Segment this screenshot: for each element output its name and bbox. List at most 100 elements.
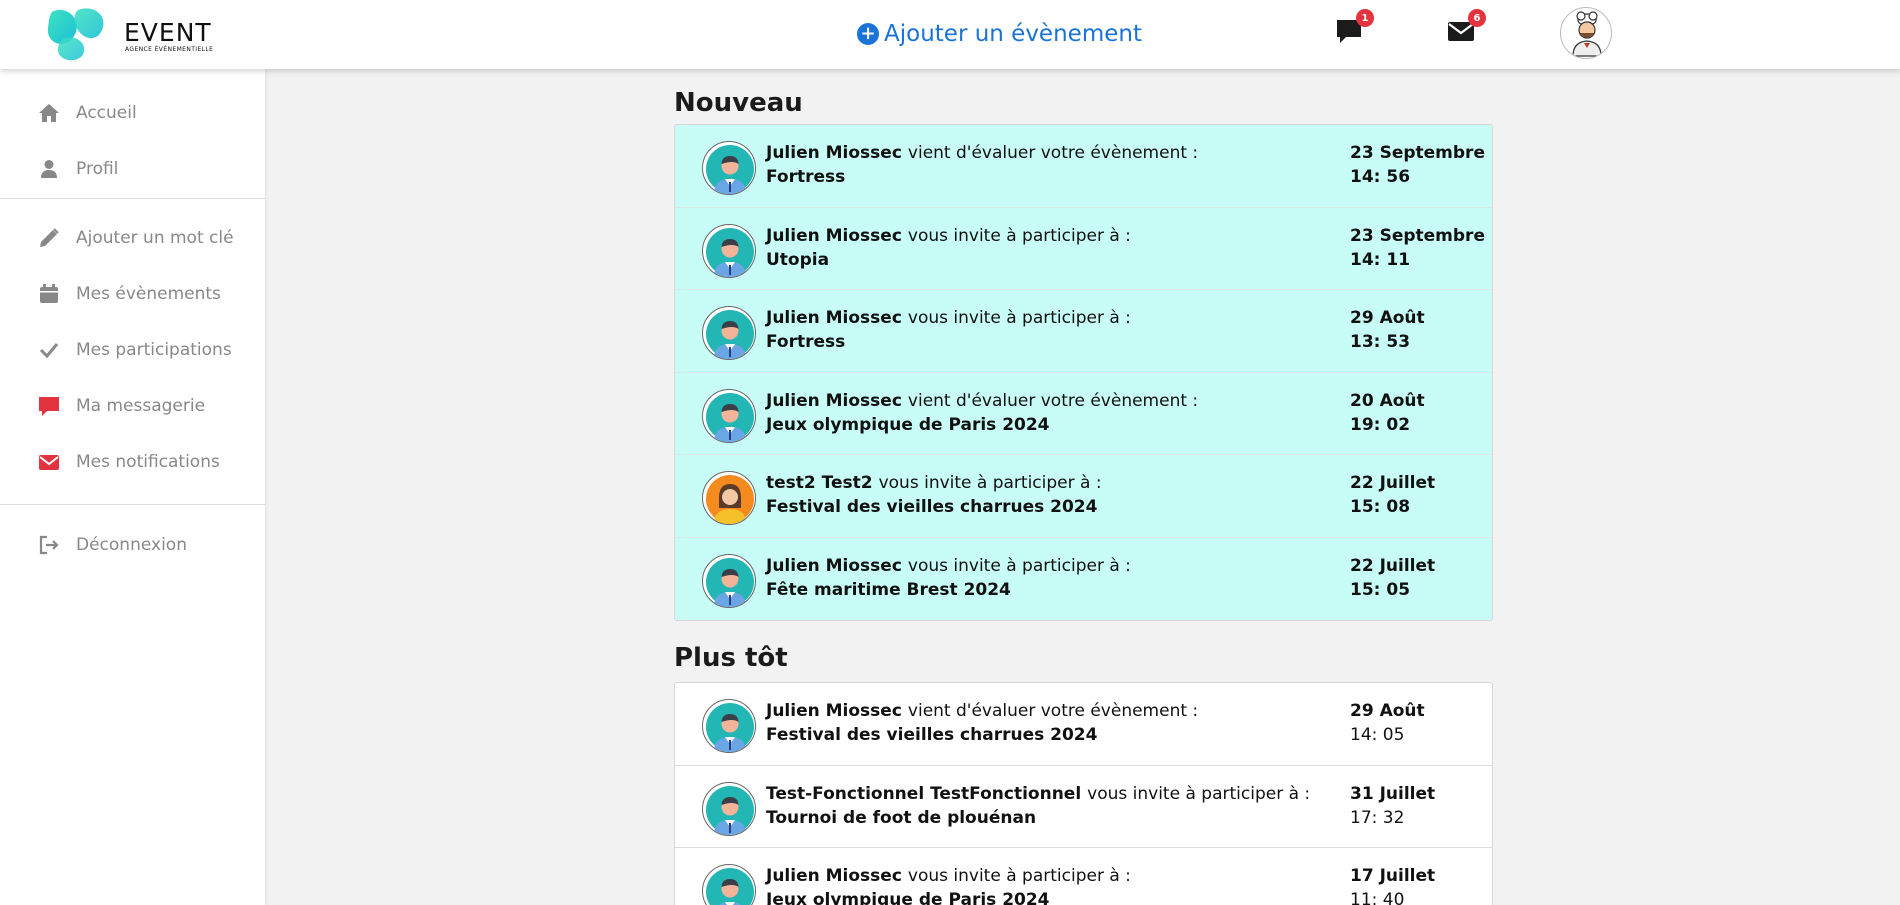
logo-mark-icon xyxy=(47,8,104,61)
notification-time: 14: 05 xyxy=(1350,725,1405,745)
sidebar-item-label: Profil xyxy=(76,159,119,179)
notification-row[interactable]: Julien Miossec vous invite à participer à… xyxy=(675,538,1492,621)
plus-circle-icon: + xyxy=(857,23,879,45)
new-notifications-list: Julien Miossec vient d'évaluer votre évèn… xyxy=(674,124,1493,621)
notification-date: 22 Juillet xyxy=(1350,473,1436,493)
notification-user-name[interactable]: Julien Miossec xyxy=(766,391,902,411)
check-icon xyxy=(39,343,59,359)
sidebar-item-accueil[interactable]: Accueil xyxy=(36,97,137,129)
notification-row[interactable]: Julien Miossec vous invite à participer à… xyxy=(675,208,1492,290)
notification-action-text: vous invite à participer à : xyxy=(907,555,1131,576)
notification-event-name[interactable]: Fortress xyxy=(766,167,845,187)
notification-message: Julien Miossec vous invite à participer à… xyxy=(766,556,1131,576)
user-avatar-icon xyxy=(706,557,754,607)
notification-user-name[interactable]: Julien Miossec xyxy=(766,866,902,886)
notification-time: 15: 05 xyxy=(1350,579,1411,600)
notification-user-name[interactable]: Julien Miossec xyxy=(766,226,902,246)
notification-event-name[interactable]: Tournoi de foot de plouénan xyxy=(766,808,1036,828)
notification-date: 31 Juillet xyxy=(1350,783,1436,804)
notification-avatar xyxy=(702,781,756,836)
logo[interactable]: EVENT AGENCE ÉVÉNEMENTIELLE xyxy=(44,6,244,62)
notification-event-name[interactable]: Jeux olympique de Paris 2024 xyxy=(766,415,1050,435)
notification-message: Julien Miossec vous invite à participer à… xyxy=(766,866,1131,886)
add-event-label: Ajouter un évènement xyxy=(884,21,1142,47)
notification-event-name[interactable]: Utopia xyxy=(766,250,829,270)
notification-time: 15: 08 xyxy=(1350,497,1411,517)
notification-action-text: vous invite à participer à : xyxy=(878,473,1102,493)
notification-user-name[interactable]: test2 Test2 xyxy=(766,473,873,493)
user-avatar-icon xyxy=(706,145,754,194)
notification-event-name[interactable]: Festival des vieilles charrues 2024 xyxy=(766,725,1097,745)
calendar-icon xyxy=(40,284,58,303)
user-avatar-icon xyxy=(706,868,754,905)
add-event-button[interactable]: + Ajouter un évènement xyxy=(857,18,1142,50)
notification-event-name[interactable]: Fête maritime Brest 2024 xyxy=(766,580,1011,600)
sidebar-item-label: Mes notifications xyxy=(76,452,220,472)
notification-time: 14: 11 xyxy=(1350,249,1411,270)
notification-date: 20 Août xyxy=(1350,390,1425,411)
sidebar: Accueil Profil Ajouter un mot clé Mes év… xyxy=(0,69,265,905)
sidebar-item-profil[interactable]: Profil xyxy=(36,153,118,185)
sidebar-divider xyxy=(0,198,265,199)
notification-event-name[interactable]: Festival des vieilles charrues 2024 xyxy=(766,497,1097,517)
sidebar-item-label: Déconnexion xyxy=(76,535,187,555)
logo-wordmark: EVENT xyxy=(124,18,212,47)
notification-time: 14: 56 xyxy=(1350,167,1411,187)
notification-date: 23 Septembre xyxy=(1350,143,1485,163)
sidebar-item-label: Mes évènements xyxy=(76,284,221,304)
notification-row[interactable]: Test-Fonctionnel TestFonctionnel vous inv… xyxy=(675,766,1492,848)
notification-action-text: vous invite à participer à : xyxy=(907,866,1131,886)
notification-event-name[interactable]: Jeux olympique de Paris 2024 xyxy=(766,890,1050,905)
section-title-earlier: Plus tôt xyxy=(674,643,788,673)
notification-user-name[interactable]: Julien Miossec xyxy=(766,308,902,328)
notification-action-text: vient d'évaluer votre évènement : xyxy=(907,701,1199,721)
user-avatar-icon xyxy=(706,785,754,835)
notification-avatar xyxy=(702,864,756,905)
notification-message: Julien Miossec vient d'évaluer votre évèn… xyxy=(766,701,1198,721)
logout-icon xyxy=(39,535,59,555)
notification-message: Test-Fonctionnel TestFonctionnel vous inv… xyxy=(766,784,1310,804)
messages-badge: 1 xyxy=(1356,9,1374,27)
notification-message: Julien Miossec vient d'évaluer votre évèn… xyxy=(766,143,1198,163)
mail-button[interactable]: 6 xyxy=(1446,9,1486,46)
notification-avatar xyxy=(702,141,756,195)
chef-avatar-icon xyxy=(1572,11,1602,57)
notification-user-name[interactable]: Julien Miossec xyxy=(766,701,902,721)
sidebar-item-deconnexion[interactable]: Déconnexion xyxy=(36,529,187,561)
notification-avatar xyxy=(702,699,756,753)
notification-row[interactable]: Julien Miossec vous invite à participer à… xyxy=(675,290,1492,373)
notification-date: 29 Août xyxy=(1350,701,1425,721)
notification-user-name[interactable]: Test-Fonctionnel TestFonctionnel xyxy=(766,784,1081,804)
sidebar-item-ajouter-mot-cle[interactable]: Ajouter un mot clé xyxy=(36,222,234,254)
notification-avatar xyxy=(702,306,756,360)
notification-user-name[interactable]: Julien Miossec xyxy=(766,556,902,576)
user-avatar[interactable] xyxy=(1560,7,1612,59)
sidebar-item-mes-notifications[interactable]: Mes notifications xyxy=(36,446,220,478)
sidebar-item-mes-participations[interactable]: Mes participations xyxy=(36,334,232,366)
notification-message: test2 Test2 vous invite à participer à : xyxy=(766,473,1102,493)
notification-event-name[interactable]: Fortress xyxy=(766,332,845,352)
notification-row[interactable]: Julien Miossec vient d'évaluer votre évèn… xyxy=(675,125,1492,208)
notification-date: 29 Août xyxy=(1350,308,1425,328)
notification-row[interactable]: Julien Miossec vient d'évaluer votre évèn… xyxy=(675,683,1492,766)
notification-time: 11: 40 xyxy=(1350,890,1405,905)
sidebar-item-label: Accueil xyxy=(76,103,137,123)
notification-date: 23 Septembre xyxy=(1350,225,1485,246)
section-title-new: Nouveau xyxy=(674,88,803,118)
notification-message: Julien Miossec vient d'évaluer votre évèn… xyxy=(766,391,1198,411)
notification-user-name[interactable]: Julien Miossec xyxy=(766,143,902,163)
chat-icon xyxy=(39,397,59,416)
notification-row[interactable]: test2 Test2 vous invite à participer à : F… xyxy=(675,455,1492,538)
notification-avatar xyxy=(702,471,756,525)
envelope-icon xyxy=(39,455,59,470)
sidebar-item-ma-messagerie[interactable]: Ma messagerie xyxy=(36,390,205,422)
notification-row[interactable]: Julien Miossec vient d'évaluer votre évèn… xyxy=(675,373,1492,455)
sidebar-item-mes-evenements[interactable]: Mes évènements xyxy=(36,278,221,310)
notification-time: 19: 02 xyxy=(1350,414,1411,435)
mail-badge: 6 xyxy=(1468,9,1486,27)
earlier-notifications-list: Julien Miossec vient d'évaluer votre évèn… xyxy=(674,682,1493,905)
user-avatar-icon xyxy=(706,310,754,359)
notification-action-text: vient d'évaluer votre évènement : xyxy=(907,390,1199,411)
messages-button[interactable]: 1 xyxy=(1334,9,1374,46)
notification-row[interactable]: Julien Miossec vous invite à participer à… xyxy=(675,848,1492,905)
